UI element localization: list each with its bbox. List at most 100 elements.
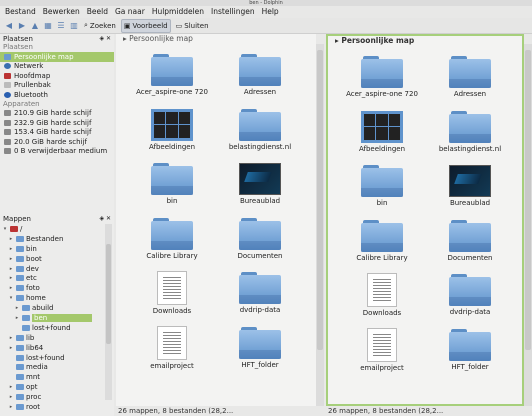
file-item[interactable]: Calibre Library: [128, 210, 216, 265]
file-item[interactable]: HFT_folder: [426, 321, 514, 376]
collapse-arrow-icon[interactable]: ▾: [2, 226, 8, 232]
left-pane-scrollbar[interactable]: [316, 44, 324, 406]
tree-row[interactable]: ▸ boot: [0, 254, 114, 264]
file-item[interactable]: Documenten: [216, 210, 304, 265]
tree-row[interactable]: ▸ lib64: [0, 343, 114, 353]
file-item[interactable]: Acer_aspire-one 720: [338, 48, 426, 103]
tree-row[interactable]: ▸ opt: [0, 382, 114, 392]
scrollbar-thumb[interactable]: [106, 244, 111, 344]
device-disk-1[interactable]: 210.9 GiB harde schijf: [0, 109, 114, 119]
back-icon[interactable]: ◀: [4, 21, 14, 31]
file-item[interactable]: belastingdienst.nl: [426, 103, 514, 158]
file-item[interactable]: emailproject: [338, 321, 426, 376]
file-grid-right: Acer_aspire-one 720 Adressen Afbeeldinge…: [338, 48, 514, 375]
tree-row[interactable]: ▸ etc: [0, 273, 114, 283]
details-view-icon[interactable]: ☰: [56, 21, 66, 31]
file-item[interactable]: Downloads: [128, 264, 216, 319]
file-item[interactable]: Adressen: [426, 48, 514, 103]
menu-ga-naar[interactable]: Ga naar: [115, 6, 145, 18]
scrollbar-thumb[interactable]: [317, 50, 323, 350]
expand-arrow-icon[interactable]: ▸: [8, 246, 14, 252]
folders-tree: ▾ / ▸ Bestanden ▸ bin ▸ boot ▸ dev ▸ etc ▸ foto…: [0, 224, 114, 412]
expand-arrow-icon[interactable]: ▸: [8, 275, 14, 281]
tree-row[interactable]: ▸ lib: [0, 333, 114, 343]
expand-arrow-icon[interactable]: ▸: [8, 285, 14, 291]
place-trash[interactable]: Prullenbak: [0, 81, 114, 91]
forward-icon[interactable]: ▶: [17, 21, 27, 31]
folder-icon: [449, 274, 491, 306]
expand-arrow-icon[interactable]: ▸: [8, 384, 14, 390]
expand-arrow-icon[interactable]: ▸: [8, 345, 14, 351]
file-item[interactable]: bin: [128, 155, 216, 210]
device-removable[interactable]: 0 B verwijderbaar medium: [0, 147, 114, 157]
folders-scrollbar[interactable]: [105, 224, 112, 400]
close-split-button[interactable]: ▭ Sluiten: [174, 20, 211, 32]
file-item[interactable]: Documenten: [426, 212, 514, 267]
expand-arrow-icon[interactable]: ▸: [8, 404, 14, 410]
place-root[interactable]: Hoofdmap: [0, 71, 114, 81]
menu-instellingen[interactable]: Instellingen: [211, 6, 255, 18]
up-icon[interactable]: ▲: [30, 21, 40, 31]
tree-row[interactable]: ▸ proc: [0, 392, 114, 402]
preview-button[interactable]: ▣ Voorbeeld: [120, 18, 171, 33]
place-home[interactable]: Persoonlijke map: [0, 52, 114, 62]
collapse-arrow-icon[interactable]: ▾: [8, 295, 14, 301]
file-item[interactable]: Downloads: [338, 266, 426, 321]
search-button[interactable]: ⌕ Zoeken: [82, 20, 118, 32]
file-item[interactable]: dvdrip-data: [426, 266, 514, 321]
file-item[interactable]: emailproject: [128, 319, 216, 374]
expand-arrow-icon[interactable]: ▸: [8, 266, 14, 272]
file-item[interactable]: Adressen: [216, 46, 304, 101]
tree-row[interactable]: lost+found: [0, 353, 114, 363]
menu-help[interactable]: Help: [262, 6, 279, 18]
file-item[interactable]: Afbeeldingen: [128, 101, 216, 156]
menu-bestand[interactable]: Bestand: [5, 6, 36, 18]
menu-hulpmiddelen[interactable]: Hulpmiddelen: [152, 6, 204, 18]
file-item[interactable]: Acer_aspire-one 720: [128, 46, 216, 101]
menu-beeld[interactable]: Beeld: [87, 6, 108, 18]
folder-icon: [16, 285, 24, 292]
panel-controls-icon[interactable]: ◈ ✕: [99, 215, 114, 222]
expand-arrow-icon[interactable]: ▸: [8, 394, 14, 400]
tree-row[interactable]: ▸ dev: [0, 264, 114, 274]
scrollbar-thumb[interactable]: [525, 50, 531, 350]
expand-arrow-icon[interactable]: ▸: [14, 305, 20, 311]
file-item[interactable]: Afbeeldingen: [338, 103, 426, 158]
menu-bar: Bestand Bewerken Beeld Ga naar Hulpmidde…: [0, 6, 532, 18]
harddisk-icon: [4, 129, 11, 136]
tree-row[interactable]: media: [0, 362, 114, 372]
tree-row[interactable]: ▸ abuild: [0, 303, 114, 313]
expand-arrow-icon[interactable]: ▸: [14, 315, 20, 321]
menu-bewerken[interactable]: Bewerken: [43, 6, 80, 18]
tree-row[interactable]: ▸ root: [0, 402, 114, 412]
icons-view-icon[interactable]: ▦: [43, 21, 53, 31]
place-bluetooth[interactable]: Bluetooth: [0, 90, 114, 100]
tree-row-selected[interactable]: ▸ ben: [0, 313, 114, 323]
tree-row[interactable]: ▾ home: [0, 293, 114, 303]
right-pane-scrollbar[interactable]: [524, 44, 532, 406]
device-disk-2[interactable]: 232.9 GiB harde schijf: [0, 118, 114, 128]
panel-controls-icon[interactable]: ◈ ✕: [99, 35, 114, 42]
file-item[interactable]: Bureaublad: [216, 155, 304, 210]
expand-arrow-icon[interactable]: ▸: [8, 256, 14, 262]
file-item[interactable]: HFT_folder: [216, 319, 304, 374]
file-item[interactable]: dvdrip-data: [216, 264, 304, 319]
file-item[interactable]: bin: [338, 157, 426, 212]
tree-row[interactable]: ▸ bin: [0, 244, 114, 254]
tree-row[interactable]: lost+found: [0, 323, 114, 333]
file-item[interactable]: belastingdienst.nl: [216, 101, 304, 156]
expand-arrow-icon[interactable]: ▸: [8, 236, 14, 242]
place-network[interactable]: Netwerk: [0, 62, 114, 72]
device-disk-3[interactable]: 153.4 GiB harde schijf: [0, 128, 114, 138]
columns-view-icon[interactable]: ▥: [69, 21, 79, 31]
file-item[interactable]: Calibre Library: [338, 212, 426, 267]
tree-row-root[interactable]: ▾ /: [0, 224, 114, 234]
device-disk-4[interactable]: 20.0 GiB harde schijf: [0, 137, 114, 147]
tree-row[interactable]: ▸ foto: [0, 283, 114, 293]
expand-arrow-icon[interactable]: ▸: [8, 335, 14, 341]
pane-header-right: ▸ Persoonlijke map: [328, 36, 522, 46]
tree-row[interactable]: mnt: [0, 372, 114, 382]
preview-icon: ▣: [123, 21, 131, 30]
file-item[interactable]: Bureaublad: [426, 157, 514, 212]
tree-row[interactable]: ▸ Bestanden: [0, 234, 114, 244]
